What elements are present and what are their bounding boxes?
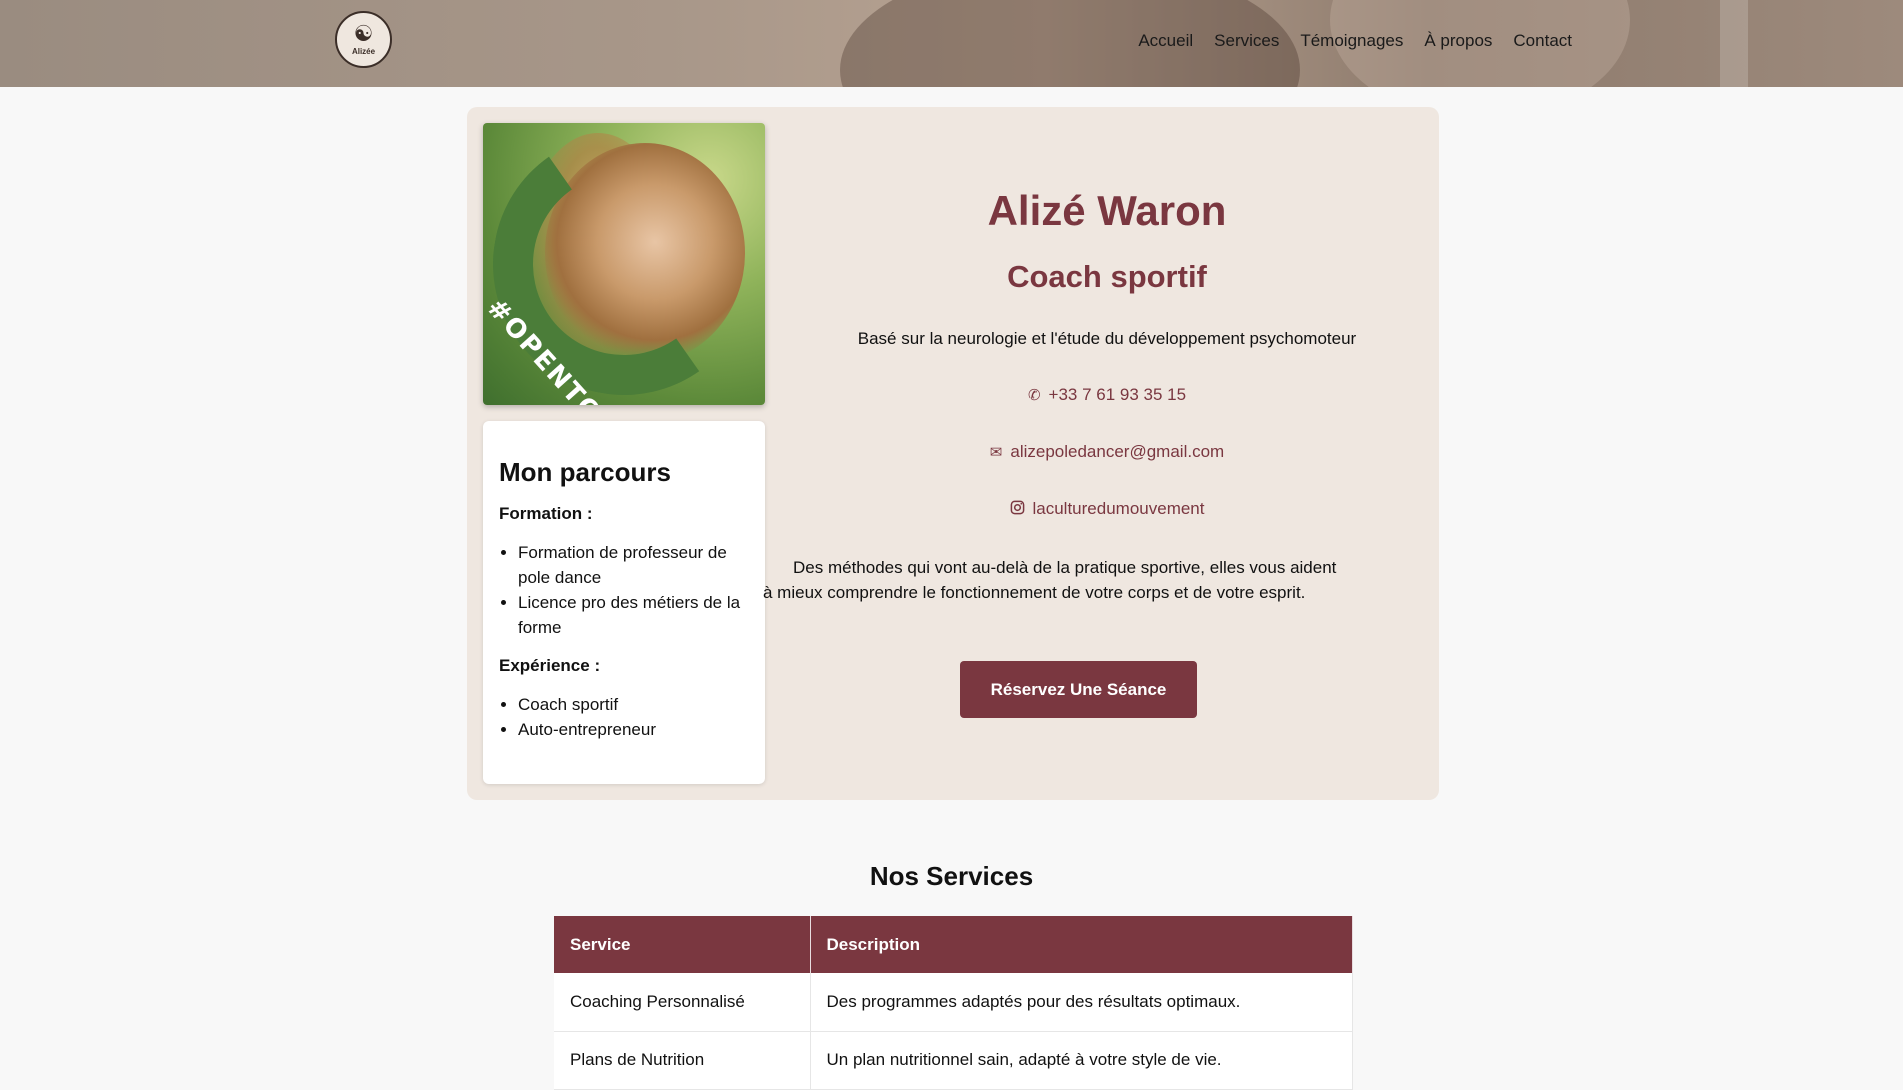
email-contact[interactable]: ✉ alizepoledancer@gmail.com — [797, 442, 1417, 462]
service-description: Un plan nutritionnel sain, adapté à votr… — [810, 1031, 1353, 1090]
nav-services[interactable]: Services — [1214, 31, 1279, 51]
experience-label: Expérience : — [499, 656, 601, 675]
formation-label: Formation : — [499, 504, 593, 523]
profile-tagline: Basé sur la neurologie et l'étude du dév… — [857, 329, 1357, 348]
experience-list: Coach sportif Auto-entrepreneur — [499, 692, 749, 742]
phone-contact[interactable]: ✆ +33 7 61 93 35 15 — [797, 385, 1417, 405]
column-header-description: Description — [810, 916, 1353, 973]
email-address[interactable]: alizepoledancer@gmail.com — [1010, 442, 1224, 462]
services-title: Nos Services — [869, 861, 1034, 891]
instagram-icon — [1010, 500, 1025, 519]
main-nav: Accueil Services Témoignages À propos Co… — [1138, 31, 1572, 51]
profile-photo: #OPENTOWORK — [483, 123, 765, 405]
list-item: Formation de professeur de pole dance — [518, 540, 749, 590]
profile-name: Alizé Waron — [987, 187, 1227, 234]
service-name: Coaching Personnalisé — [554, 973, 811, 1032]
logo-text: Alizée — [351, 46, 376, 56]
nav-contact[interactable]: Contact — [1513, 31, 1572, 51]
column-header-service: Service — [554, 916, 811, 973]
formation-list: Formation de professeur de pole dance Li… — [499, 540, 749, 640]
phone-icon: ✆ — [1027, 387, 1041, 404]
profile-role: Coach sportif — [1007, 259, 1207, 294]
site-logo[interactable]: ☯ Alizée — [335, 11, 392, 68]
table-header-row: Service Description — [554, 916, 1353, 973]
table-row: Coaching Personnalisé Des programmes ada… — [554, 973, 1353, 1032]
logo-figure-icon: ☯ — [353, 21, 374, 47]
book-session-button[interactable]: Réservez Une Séance — [960, 661, 1197, 718]
profile-card: #OPENTOWORK Mon parcours Formation : For… — [467, 107, 1439, 800]
phone-number[interactable]: +33 7 61 93 35 15 — [1049, 385, 1187, 405]
service-name: Plans de Nutrition — [554, 1031, 811, 1090]
envelope-icon: ✉ — [989, 444, 1003, 461]
services-table: Service Description Coaching Personnalis… — [554, 916, 1353, 1090]
site-header: ☯ Alizée Accueil Services Témoignages À … — [0, 0, 1903, 87]
profile-description: Des méthodes qui vont au-delà de la prat… — [763, 558, 1337, 602]
nav-temoignages[interactable]: Témoignages — [1300, 31, 1403, 51]
table-row: Plans de Nutrition Un plan nutritionnel … — [554, 1031, 1353, 1090]
header-background-shape — [1720, 0, 1748, 87]
instagram-contact[interactable]: laculturedumouvement — [797, 499, 1417, 519]
service-description: Des programmes adaptés pour des résultat… — [810, 973, 1353, 1032]
nav-a-propos[interactable]: À propos — [1424, 31, 1492, 51]
parcours-card: Mon parcours Formation : Formation de pr… — [483, 421, 765, 784]
nav-accueil[interactable]: Accueil — [1138, 31, 1193, 51]
list-item: Licence pro des métiers de la forme — [518, 590, 749, 640]
list-item: Auto-entrepreneur — [518, 717, 749, 742]
instagram-handle[interactable]: laculturedumouvement — [1033, 499, 1205, 519]
parcours-title: Mon parcours — [499, 457, 671, 487]
list-item: Coach sportif — [518, 692, 749, 717]
